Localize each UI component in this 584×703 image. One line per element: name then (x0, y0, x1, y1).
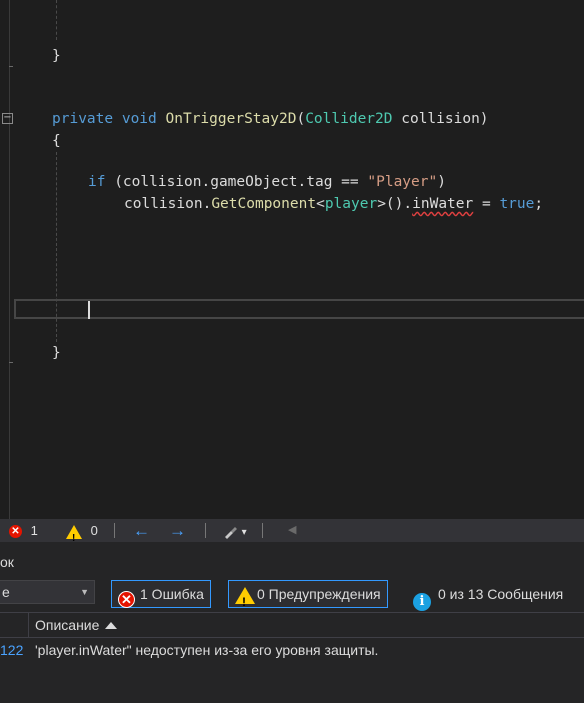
warnings-filter-button[interactable]: ! 0 Предупреждения (228, 580, 388, 609)
warning-icon: ! (235, 587, 255, 609)
margin-tick (9, 66, 13, 67)
chevron-down-icon: ▼ (80, 587, 89, 597)
info-icon: i (413, 593, 431, 611)
column-header-description[interactable]: Описание (35, 613, 118, 637)
back-arrow-icon[interactable]: ← (133, 519, 150, 542)
separator (114, 523, 115, 538)
errors-filter-button[interactable]: ✕ 1 Ошибка (111, 580, 211, 608)
error-count-indicator[interactable]: ✕ 1 (9, 519, 38, 542)
chevron-down-icon: ▾ (241, 527, 247, 538)
code-line-open-brace: { (52, 133, 61, 149)
error-squiggle[interactable]: inWater (412, 196, 473, 212)
table-row[interactable]: 122 'player.inWater" недоступен из-за ег… (0, 640, 584, 660)
separator (262, 523, 263, 538)
separator (205, 523, 206, 538)
scope-dropdown[interactable]: е ▼ (0, 580, 95, 604)
code-line-if: if (collision.gameObject.tag == "Player"… (88, 174, 446, 190)
forward-arrow-icon[interactable]: → (169, 519, 186, 542)
current-line-highlight (14, 299, 584, 319)
messages-filter-button[interactable]: i 0 из 13 Сообщения (410, 580, 563, 611)
code-line-close-brace: } (52, 48, 61, 64)
editor-margin (9, 0, 10, 519)
editor-status-bar: ✕ 1 ! 0 ← → ▾ ◀ (0, 519, 584, 544)
collapse-toggle[interactable]: − (2, 113, 13, 124)
chevron-left-icon[interactable]: ◀ (288, 519, 296, 542)
code-editor[interactable]: − } private void OnTriggerStay2D(Collide… (0, 0, 584, 519)
column-divider[interactable] (28, 613, 29, 637)
text-caret (88, 301, 90, 319)
code-line-close-brace: } (52, 345, 61, 361)
sort-ascending-icon (105, 621, 118, 629)
error-list-panel: ок е ▼ ✕ 1 Ошибка ! 0 Предупреждения i 0… (0, 542, 584, 703)
line-number: 122 (0, 642, 24, 658)
error-description: 'player.inWater" недоступен из-за его ур… (35, 642, 379, 658)
error-icon: ✕ (118, 591, 135, 608)
code-line-method-signature: private void OnTriggerStay2D(Collider2D … (52, 111, 489, 127)
warning-icon: ! (66, 524, 82, 544)
error-list-header: Описание (0, 612, 584, 638)
code-line-statement: collision.GetComponent<player>().inWater… (124, 196, 544, 212)
code-cleanup-button[interactable]: ▾ (222, 519, 247, 542)
brush-icon (225, 526, 237, 539)
error-icon: ✕ (9, 525, 22, 539)
indent-guide (56, 0, 57, 40)
panel-title: ок (0, 554, 14, 570)
warning-count-indicator[interactable]: ! 0 (66, 519, 98, 544)
margin-tick (9, 362, 13, 363)
